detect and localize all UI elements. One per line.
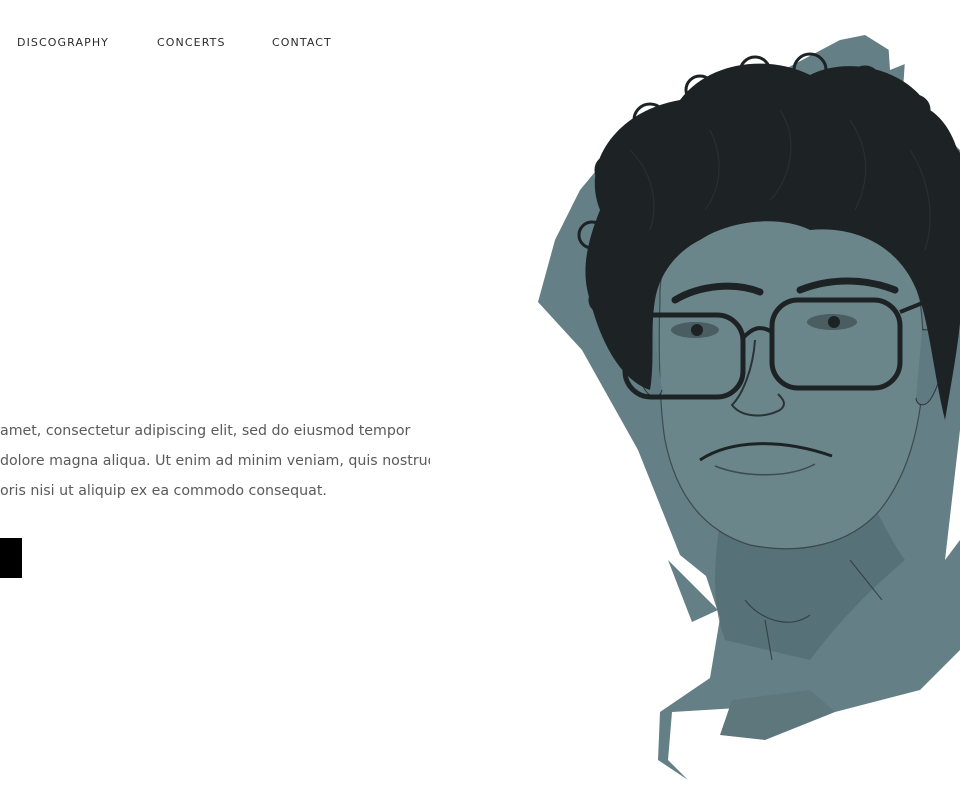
paper-tear — [888, 40, 910, 70]
portrait-svg — [538, 35, 960, 780]
hero-cta-button[interactable] — [0, 538, 22, 578]
nav-item-concerts[interactable]: CONCERTS — [157, 36, 226, 49]
hero-paragraph-line: amet, consectetur adipiscing elit, sed d… — [0, 423, 411, 439]
pupil-left — [691, 324, 703, 336]
face-shape — [659, 204, 924, 549]
portrait-illustration — [510, 0, 960, 800]
hero-paragraph-line: oris nisi ut aliquip ex ea commodo conse… — [0, 483, 327, 499]
nav-item-contact[interactable]: CONTACT — [272, 36, 332, 49]
nav-item-discography[interactable]: DISCOGRAPHY — [17, 36, 109, 49]
hero-paragraph: amet, consectetur adipiscing elit, sed d… — [0, 416, 430, 506]
hero-paragraph-line: dolore magna aliqua. Ut enim ad minim ve… — [0, 453, 430, 469]
pupil-right — [828, 316, 840, 328]
hero-title: son — [0, 310, 120, 364]
